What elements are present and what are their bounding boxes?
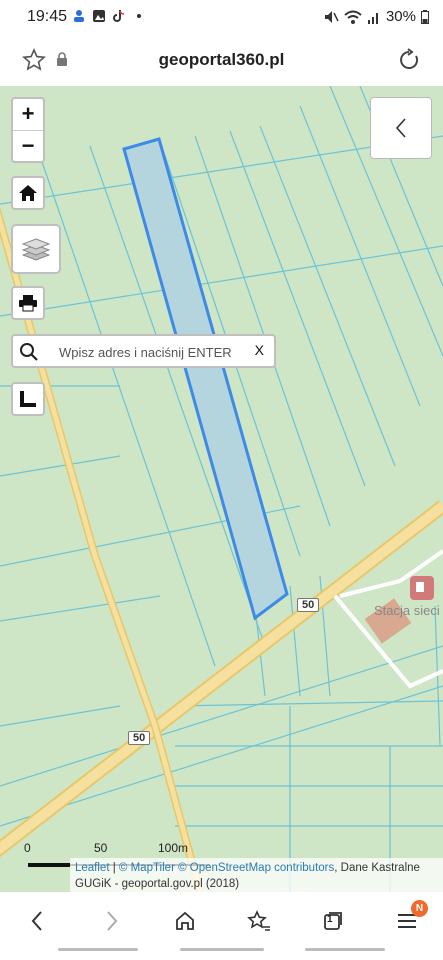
chevron-left-icon: [395, 118, 406, 138]
printer-icon: [19, 295, 37, 312]
url-text[interactable]: geoportal360.pl: [0, 50, 443, 70]
ruler-icon: [20, 391, 36, 407]
scale-bar-segment: [28, 863, 70, 867]
layers-button[interactable]: [11, 224, 61, 274]
system-icons: 30%: [323, 8, 429, 25]
battery-icon: [421, 9, 429, 24]
road-number-label: 50: [128, 731, 151, 745]
print-button[interactable]: [11, 286, 45, 320]
map-view[interactable]: + − X 50 50 Stacja sieci 0 50 100m Le: [0, 86, 443, 892]
reload-icon[interactable]: [397, 48, 421, 72]
map-attribution: Leaflet | © MapTiler © OpenStreetMap con…: [70, 858, 443, 892]
dot-icon: [137, 14, 141, 18]
leaflet-link[interactable]: Leaflet: [75, 862, 110, 874]
person-notification-icon: [74, 10, 84, 22]
back-arrow-icon: [31, 911, 42, 931]
search-input[interactable]: [59, 342, 249, 362]
status-bar: 19:45 30%: [0, 0, 443, 34]
home-nav-button[interactable]: [170, 906, 200, 936]
back-button[interactable]: [22, 906, 52, 936]
search-clear-button[interactable]: X: [255, 342, 264, 358]
bookmarks-button[interactable]: [244, 906, 274, 936]
search-icon[interactable]: [19, 342, 39, 362]
forward-arrow-icon: [107, 911, 118, 931]
mute-icon: [324, 10, 339, 23]
notification-badge: N: [411, 900, 428, 917]
measure-button[interactable]: [11, 382, 45, 416]
tabs-count: 1: [327, 914, 333, 925]
map-canvas[interactable]: [0, 86, 443, 892]
gesture-bar-center: [180, 948, 264, 951]
tiktok-notification-icon: [113, 10, 125, 22]
battery-level: 30%: [385, 8, 416, 25]
status-time: 19:45: [27, 8, 68, 25]
signal-icon: [367, 12, 378, 24]
forward-button[interactable]: [97, 906, 127, 936]
notification-icons: [72, 9, 146, 23]
zoom-out-button[interactable]: −: [13, 131, 43, 162]
panel-toggle-button[interactable]: [370, 97, 432, 159]
gesture-bar-left: [58, 948, 138, 951]
scale-label-100: 100m: [158, 841, 189, 855]
star-list-icon: [247, 910, 270, 931]
menu-button[interactable]: N: [392, 900, 428, 936]
home-outline-icon: [176, 911, 194, 930]
address-search: X: [11, 334, 276, 368]
tabs-button[interactable]: 1: [318, 906, 348, 936]
gallery-notification-icon: [93, 10, 105, 22]
home-button[interactable]: [11, 176, 45, 210]
home-icon: [19, 185, 37, 201]
layers-icon: [21, 238, 51, 261]
scale-label-50: 50: [94, 841, 108, 855]
road-number-label: 50: [297, 598, 320, 612]
selected-parcel: [122, 137, 289, 621]
browser-bottom-nav: 1 N: [0, 892, 443, 960]
wifi-icon: [344, 10, 362, 24]
scale-label-0: 0: [24, 841, 31, 855]
place-label: Stacja sieci: [374, 603, 440, 618]
osm-link[interactable]: © OpenStreetMap contributors: [178, 862, 334, 874]
gesture-bar-right: [305, 948, 385, 951]
maptiler-link[interactable]: © MapTiler: [119, 862, 175, 874]
zoom-in-button[interactable]: +: [13, 99, 43, 130]
zoom-control: + −: [11, 97, 45, 163]
tabs-icon: [324, 912, 342, 930]
browser-address-bar: geoportal360.pl: [0, 34, 443, 86]
